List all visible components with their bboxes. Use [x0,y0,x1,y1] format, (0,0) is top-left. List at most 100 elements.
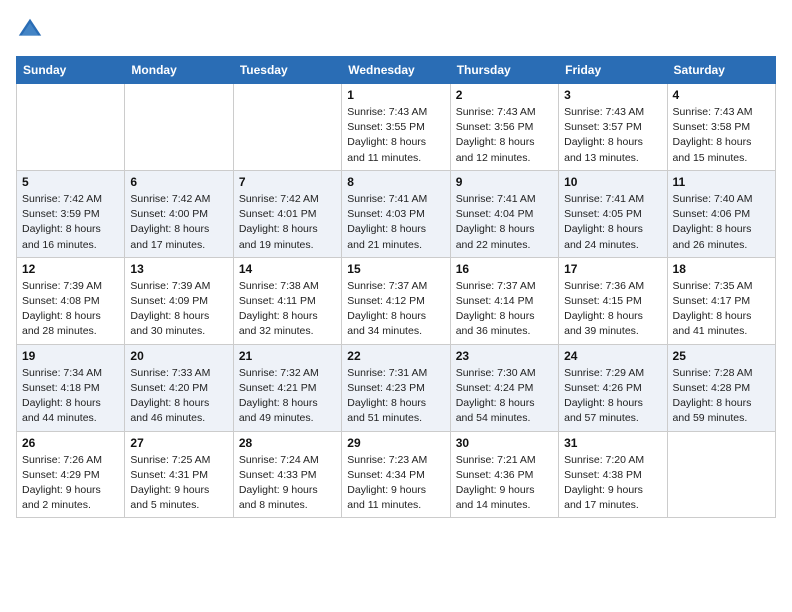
sunset-text: Sunset: 3:58 PM [673,120,770,135]
day-info: Sunrise: 7:37 AMSunset: 4:12 PMDaylight:… [347,279,444,340]
calendar-cell: 29Sunrise: 7:23 AMSunset: 4:34 PMDayligh… [342,431,450,518]
calendar-cell [667,431,775,518]
sunset-text: Sunset: 3:59 PM [22,207,119,222]
day-number: 1 [347,88,444,102]
daylight-text: Daylight: 9 hours and 17 minutes. [564,483,661,513]
sunset-text: Sunset: 3:57 PM [564,120,661,135]
day-number: 4 [673,88,770,102]
day-number: 10 [564,175,661,189]
day-info: Sunrise: 7:41 AMSunset: 4:05 PMDaylight:… [564,192,661,253]
daylight-text: Daylight: 8 hours and 21 minutes. [347,222,444,252]
sunrise-text: Sunrise: 7:43 AM [347,105,444,120]
sunset-text: Sunset: 4:09 PM [130,294,227,309]
calendar-cell: 27Sunrise: 7:25 AMSunset: 4:31 PMDayligh… [125,431,233,518]
weekday-header-tuesday: Tuesday [233,57,341,84]
calendar-cell: 10 Sunrise: 7:41 AMSunset: 4:05 PMDayligh… [559,170,667,257]
daylight-text: Daylight: 8 hours and 36 minutes. [456,309,553,339]
day-info: Sunrise: 7:20 AMSunset: 4:38 PMDaylight:… [564,453,661,514]
day-number: 11 [673,175,770,189]
sunrise-text: Sunrise: 7:26 AM [22,453,119,468]
sunset-text: Sunset: 4:00 PM [130,207,227,222]
weekday-header-saturday: Saturday [667,57,775,84]
day-info: Sunrise: 7:32 AMSunset: 4:21 PMDaylight:… [239,366,336,427]
day-number: 6 [130,175,227,189]
day-info: Sunrise: 7:40 AMSunset: 4:06 PMDaylight:… [673,192,770,253]
calendar-cell: 8Sunrise: 7:41 AMSunset: 4:03 PMDaylight… [342,170,450,257]
daylight-text: Daylight: 8 hours and 28 minutes. [22,309,119,339]
calendar-cell: 17Sunrise: 7:36 AMSunset: 4:15 PMDayligh… [559,257,667,344]
sunrise-text: Sunrise: 7:43 AM [564,105,661,120]
sunset-text: Sunset: 4:28 PM [673,381,770,396]
day-info: Sunrise: 7:25 AMSunset: 4:31 PMDaylight:… [130,453,227,514]
day-info: Sunrise: 7:23 AMSunset: 4:34 PMDaylight:… [347,453,444,514]
day-number: 28 [239,436,336,450]
daylight-text: Daylight: 8 hours and 44 minutes. [22,396,119,426]
calendar-cell: 20Sunrise: 7:33 AMSunset: 4:20 PMDayligh… [125,344,233,431]
sunrise-text: Sunrise: 7:37 AM [347,279,444,294]
day-number: 30 [456,436,553,450]
day-info: Sunrise: 7:42 AMSunset: 4:00 PMDaylight:… [130,192,227,253]
calendar-cell: 25Sunrise: 7:28 AMSunset: 4:28 PMDayligh… [667,344,775,431]
day-info: Sunrise: 7:35 AMSunset: 4:17 PMDaylight:… [673,279,770,340]
calendar-cell: 28Sunrise: 7:24 AMSunset: 4:33 PMDayligh… [233,431,341,518]
calendar: SundayMondayTuesdayWednesdayThursdayFrid… [16,56,776,518]
sunset-text: Sunset: 4:14 PM [456,294,553,309]
calendar-cell: 13Sunrise: 7:39 AMSunset: 4:09 PMDayligh… [125,257,233,344]
day-number: 17 [564,262,661,276]
logo-icon [16,16,44,44]
daylight-text: Daylight: 8 hours and 24 minutes. [564,222,661,252]
sunset-text: Sunset: 4:15 PM [564,294,661,309]
calendar-week-row: 12Sunrise: 7:39 AMSunset: 4:08 PMDayligh… [17,257,776,344]
sunset-text: Sunset: 4:11 PM [239,294,336,309]
header [16,16,776,44]
calendar-cell: 30Sunrise: 7:21 AMSunset: 4:36 PMDayligh… [450,431,558,518]
sunrise-text: Sunrise: 7:24 AM [239,453,336,468]
sunrise-text: Sunrise: 7:32 AM [239,366,336,381]
day-number: 15 [347,262,444,276]
sunset-text: Sunset: 4:06 PM [673,207,770,222]
day-number: 2 [456,88,553,102]
sunrise-text: Sunrise: 7:28 AM [673,366,770,381]
day-info: Sunrise: 7:37 AMSunset: 4:14 PMDaylight:… [456,279,553,340]
day-info: Sunrise: 7:42 AMSunset: 3:59 PMDaylight:… [22,192,119,253]
daylight-text: Daylight: 8 hours and 13 minutes. [564,135,661,165]
daylight-text: Daylight: 8 hours and 57 minutes. [564,396,661,426]
weekday-header-wednesday: Wednesday [342,57,450,84]
weekday-header-row: SundayMondayTuesdayWednesdayThursdayFrid… [17,57,776,84]
calendar-cell: 7Sunrise: 7:42 AMSunset: 4:01 PMDaylight… [233,170,341,257]
day-number: 8 [347,175,444,189]
day-number: 20 [130,349,227,363]
sunset-text: Sunset: 4:33 PM [239,468,336,483]
sunset-text: Sunset: 3:55 PM [347,120,444,135]
sunrise-text: Sunrise: 7:39 AM [22,279,119,294]
sunrise-text: Sunrise: 7:42 AM [22,192,119,207]
daylight-text: Daylight: 8 hours and 39 minutes. [564,309,661,339]
day-number: 19 [22,349,119,363]
day-number: 31 [564,436,661,450]
calendar-cell: 23Sunrise: 7:30 AMSunset: 4:24 PMDayligh… [450,344,558,431]
daylight-text: Daylight: 8 hours and 16 minutes. [22,222,119,252]
sunrise-text: Sunrise: 7:34 AM [22,366,119,381]
calendar-cell [233,84,341,171]
sunset-text: Sunset: 4:04 PM [456,207,553,222]
daylight-text: Daylight: 9 hours and 5 minutes. [130,483,227,513]
weekday-header-sunday: Sunday [17,57,125,84]
calendar-week-row: 5Sunrise: 7:42 AMSunset: 3:59 PMDaylight… [17,170,776,257]
daylight-text: Daylight: 8 hours and 15 minutes. [673,135,770,165]
day-info: Sunrise: 7:31 AMSunset: 4:23 PMDaylight:… [347,366,444,427]
day-number: 16 [456,262,553,276]
day-info: Sunrise: 7:43 AMSunset: 3:58 PMDaylight:… [673,105,770,166]
daylight-text: Daylight: 8 hours and 54 minutes. [456,396,553,426]
sunrise-text: Sunrise: 7:25 AM [130,453,227,468]
sunrise-text: Sunrise: 7:38 AM [239,279,336,294]
calendar-cell: 31 Sunrise: 7:20 AMSunset: 4:38 PMDayligh… [559,431,667,518]
calendar-cell: 1 Sunrise: 7:43 AMSunset: 3:55 PMDaylight… [342,84,450,171]
weekday-header-friday: Friday [559,57,667,84]
sunset-text: Sunset: 4:17 PM [673,294,770,309]
sunrise-text: Sunrise: 7:41 AM [564,192,661,207]
calendar-week-row: 19Sunrise: 7:34 AMSunset: 4:18 PMDayligh… [17,344,776,431]
daylight-text: Daylight: 8 hours and 11 minutes. [347,135,444,165]
sunset-text: Sunset: 4:12 PM [347,294,444,309]
daylight-text: Daylight: 8 hours and 34 minutes. [347,309,444,339]
daylight-text: Daylight: 8 hours and 46 minutes. [130,396,227,426]
